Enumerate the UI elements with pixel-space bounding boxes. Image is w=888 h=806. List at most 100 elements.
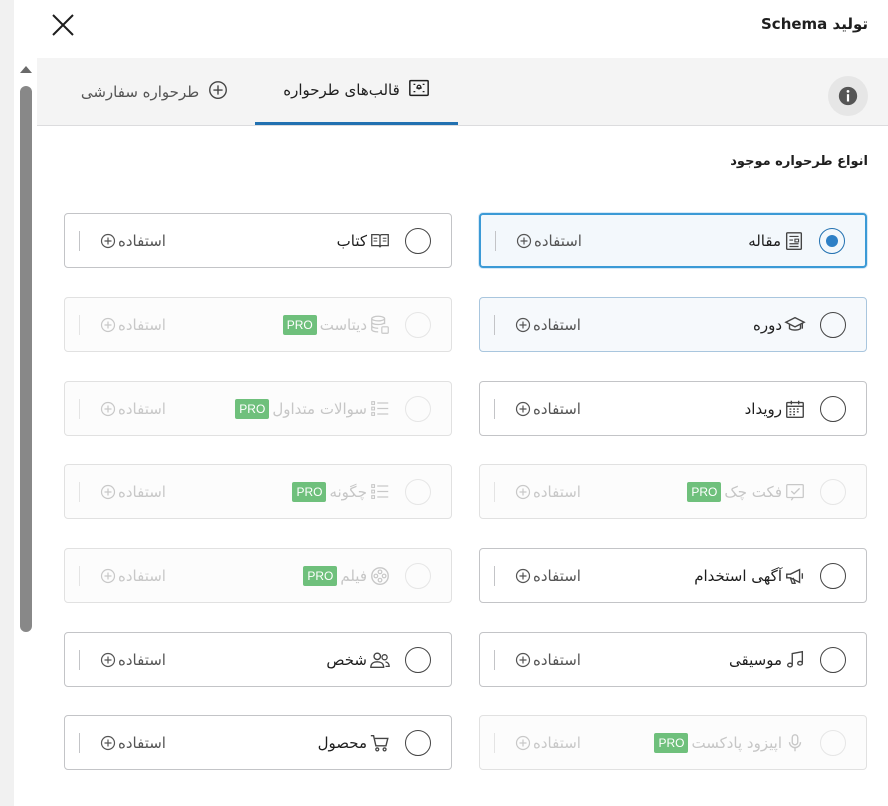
schema-radio[interactable]	[819, 227, 845, 254]
schema-radio[interactable]	[820, 646, 846, 673]
tab-custom-schema[interactable]: طرحواره سفارشی	[65, 58, 245, 125]
use-button[interactable]: استفاده	[496, 232, 582, 250]
schema-radio	[820, 478, 846, 505]
schema-card[interactable]: آگهی استخدام استفاده	[479, 548, 867, 603]
pro-badge: PRO	[303, 565, 338, 586]
plus-circle-icon	[515, 735, 531, 750]
tab-schema-templates[interactable]: قالب‌های طرحواره	[255, 58, 458, 125]
book-icon	[369, 230, 391, 252]
schema-radio[interactable]	[820, 562, 846, 589]
plus-circle-icon	[100, 317, 116, 332]
plus-circle-icon	[515, 568, 531, 583]
list-icon	[369, 398, 391, 420]
use-button[interactable]: استفاده	[495, 651, 581, 669]
divider	[79, 649, 80, 670]
schema-radio	[405, 311, 431, 338]
use-button[interactable]: استفاده	[495, 316, 581, 334]
microphone-icon	[784, 732, 806, 754]
pro-badge: PRO	[292, 481, 327, 502]
close-button[interactable]	[48, 10, 78, 40]
plus-circle-icon	[515, 652, 531, 667]
schema-card-label: مقاله	[748, 231, 781, 250]
graduation-cap-icon	[784, 314, 806, 336]
use-button-label: استفاده	[118, 733, 166, 752]
plus-circle-icon	[515, 401, 531, 416]
schema-card-label: سوالات متداول	[272, 399, 367, 418]
schema-radio[interactable]	[405, 729, 431, 756]
schema-card-label: موسیقی	[729, 650, 782, 669]
use-button[interactable]: استفاده	[80, 734, 166, 752]
use-button[interactable]: استفاده	[495, 567, 581, 585]
schema-card[interactable]: رویداد استفاده	[479, 381, 867, 436]
use-button: استفاده	[80, 483, 166, 501]
plus-circle-icon	[516, 233, 532, 248]
use-button-label: استفاده	[118, 482, 166, 501]
schema-card[interactable]: مقاله استفاده	[479, 213, 867, 268]
use-button: استفاده	[495, 483, 581, 501]
use-button[interactable]: استفاده	[80, 651, 166, 669]
use-button-label: استفاده	[533, 482, 581, 501]
info-icon	[838, 86, 858, 106]
schema-card-label: فکت چک	[724, 482, 782, 501]
schema-card-label: فیلم	[340, 566, 367, 585]
schema-card: سوالات متداول PRO استفاده	[64, 381, 452, 436]
scrollbar-thumb[interactable]	[20, 86, 32, 632]
fact-check-icon	[784, 481, 806, 503]
use-button-label: استفاده	[118, 315, 166, 334]
divider	[79, 732, 80, 753]
schema-card[interactable]: دوره استفاده	[479, 297, 867, 352]
schema-radio[interactable]	[820, 395, 846, 422]
tab-label: طرحواره سفارشی	[80, 82, 200, 101]
divider	[79, 398, 80, 419]
pro-badge: PRO	[654, 732, 689, 753]
scrollbar-up-arrow[interactable]	[20, 66, 32, 73]
schema-card: اپیزود پادکست PRO استفاده	[479, 715, 867, 770]
schema-radio[interactable]	[820, 311, 846, 338]
schema-card-label: چگونه	[329, 482, 367, 501]
use-button-label: استفاده	[118, 231, 166, 250]
info-button[interactable]	[828, 76, 868, 116]
list-icon	[369, 481, 391, 503]
divider	[495, 230, 496, 251]
divider	[494, 314, 495, 335]
page-edge-strip	[0, 0, 14, 806]
use-button-label: استفاده	[533, 399, 581, 418]
divider	[79, 314, 80, 335]
schema-card-label: اپیزود پادکست	[691, 733, 782, 752]
tab-label: قالب‌های طرحواره	[283, 81, 400, 99]
schema-card: دیتاست PRO استفاده	[64, 297, 452, 352]
plus-circle-icon	[100, 568, 116, 583]
schema-radio	[405, 562, 431, 589]
schema-card[interactable]: موسیقی استفاده	[479, 632, 867, 687]
schema-card-label: شخص	[326, 650, 367, 669]
schema-card-label: محصول	[317, 733, 367, 752]
use-button: استفاده	[80, 400, 166, 418]
pro-badge: PRO	[282, 314, 317, 335]
divider	[79, 481, 80, 502]
schema-card-label: دیتاست	[319, 315, 367, 334]
use-button[interactable]: استفاده	[495, 400, 581, 418]
plus-circle-icon	[100, 484, 116, 499]
schema-card-label: آگهی استخدام	[694, 566, 782, 585]
divider	[494, 481, 495, 502]
database-icon	[369, 314, 391, 336]
divider	[79, 230, 80, 251]
use-button[interactable]: استفاده	[80, 232, 166, 250]
people-icon	[369, 649, 391, 671]
calendar-icon	[784, 398, 806, 420]
use-button-label: استفاده	[118, 399, 166, 418]
schema-card-label: رویداد	[744, 399, 782, 418]
schema-card: فیلم PRO استفاده	[64, 548, 452, 603]
schema-card[interactable]: شخص استفاده	[64, 632, 452, 687]
schema-card[interactable]: کتاب استفاده	[64, 213, 452, 268]
use-button-label: استفاده	[118, 566, 166, 585]
megaphone-icon	[784, 565, 806, 587]
close-icon	[52, 14, 74, 36]
schema-radio[interactable]	[405, 227, 431, 254]
cart-icon	[369, 732, 391, 754]
schema-radio[interactable]	[405, 646, 431, 673]
plus-circle-icon	[515, 484, 531, 499]
pro-badge: PRO	[687, 481, 722, 502]
divider	[494, 398, 495, 419]
schema-card[interactable]: محصول استفاده	[64, 715, 452, 770]
